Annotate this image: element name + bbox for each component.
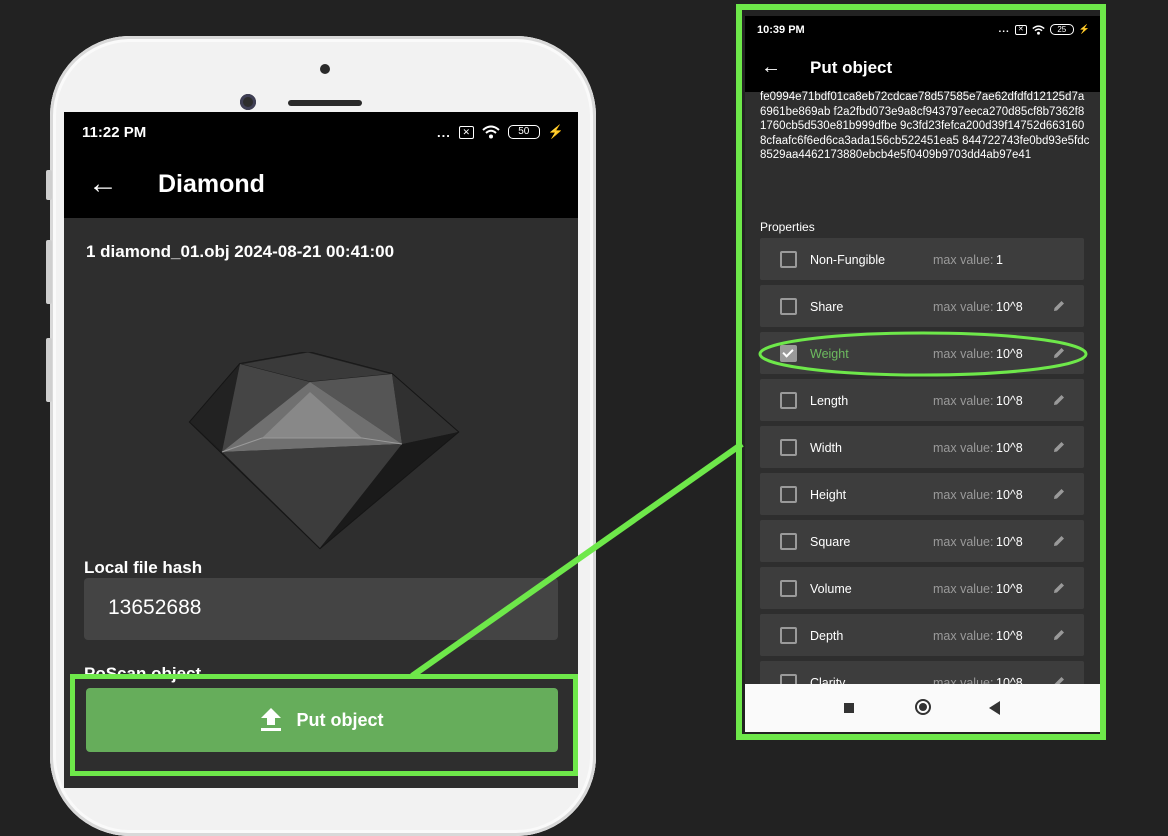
triangle-back-icon[interactable] bbox=[989, 701, 1000, 715]
arrow-left-icon[interactable]: ← bbox=[761, 52, 781, 82]
max-value-label: max value: bbox=[933, 441, 994, 455]
max-value-label: max value: bbox=[933, 535, 994, 549]
property-checkbox[interactable] bbox=[780, 533, 797, 550]
highlight-ellipse bbox=[758, 331, 1088, 377]
app-bar: ← Put object bbox=[745, 46, 1100, 92]
pencil-icon[interactable] bbox=[1052, 299, 1066, 313]
property-row[interactable]: Non-Fungible max value: 1 bbox=[760, 238, 1084, 280]
max-value: 10^8 bbox=[996, 441, 1023, 455]
property-row[interactable]: Height max value: 10^8 bbox=[760, 473, 1084, 515]
property-name: Share bbox=[810, 300, 844, 314]
pencil-icon[interactable] bbox=[1052, 393, 1066, 407]
square-icon[interactable] bbox=[844, 703, 854, 713]
max-value-label: max value: bbox=[933, 488, 994, 502]
property-checkbox[interactable] bbox=[780, 627, 797, 644]
pencil-icon[interactable] bbox=[1052, 440, 1066, 454]
property-row[interactable]: Volume max value: 10^8 bbox=[760, 567, 1084, 609]
max-value: 1 bbox=[996, 253, 1003, 267]
status-bar: 10:39 PM ... ✕ 25 ⚡ bbox=[745, 16, 1100, 46]
max-value-label: max value: bbox=[933, 394, 994, 408]
max-value: 10^8 bbox=[996, 300, 1023, 314]
property-row[interactable]: Depth max value: 10^8 bbox=[760, 614, 1084, 656]
max-value: 10^8 bbox=[996, 629, 1023, 643]
property-checkbox[interactable] bbox=[780, 392, 797, 409]
property-checkbox[interactable] bbox=[780, 580, 797, 597]
property-name: Length bbox=[810, 394, 849, 408]
property-checkbox[interactable] bbox=[780, 251, 797, 268]
pencil-icon[interactable] bbox=[1052, 487, 1066, 501]
page-title: Put object bbox=[810, 58, 893, 77]
max-value-label: max value: bbox=[933, 300, 994, 314]
property-name: Square bbox=[810, 535, 851, 549]
pencil-icon[interactable] bbox=[1052, 534, 1066, 548]
property-row[interactable]: Share max value: 10^8 bbox=[760, 285, 1084, 327]
more-dots-icon: ... bbox=[998, 24, 1010, 35]
max-value: 10^8 bbox=[996, 394, 1023, 408]
hash-list: fe0994e71bdf01ca8eb72cdcae78d57585e7ae62… bbox=[760, 91, 1090, 161]
status-time: 10:39 PM bbox=[757, 24, 805, 36]
property-row[interactable]: Length max value: 10^8 bbox=[760, 379, 1084, 421]
max-value-label: max value: bbox=[933, 253, 994, 267]
sim-x-icon: ✕ bbox=[1014, 24, 1027, 35]
property-name: Non-Fungible bbox=[810, 253, 886, 267]
max-value-label: max value: bbox=[933, 582, 994, 596]
pencil-icon[interactable] bbox=[1052, 628, 1066, 642]
property-name: Depth bbox=[810, 629, 844, 643]
charging-icon: ⚡ bbox=[1078, 24, 1090, 34]
battery-icon: 25 bbox=[1049, 24, 1074, 35]
property-name: Height bbox=[810, 488, 847, 502]
property-name: Width bbox=[810, 441, 842, 455]
property-row[interactable]: Width max value: 10^8 bbox=[760, 426, 1084, 468]
wifi-icon bbox=[1032, 24, 1045, 35]
property-checkbox[interactable] bbox=[780, 439, 797, 456]
system-nav-bar bbox=[745, 684, 1100, 732]
max-value: 10^8 bbox=[996, 488, 1023, 502]
property-row[interactable]: Square max value: 10^8 bbox=[760, 520, 1084, 562]
properties-label: Properties bbox=[760, 220, 815, 234]
pencil-icon[interactable] bbox=[1052, 581, 1066, 595]
property-checkbox[interactable] bbox=[780, 298, 797, 315]
max-value-label: max value: bbox=[933, 629, 994, 643]
status-icons: ... ✕ 25 ⚡ bbox=[998, 24, 1090, 35]
max-value: 10^8 bbox=[996, 582, 1023, 596]
circle-icon[interactable] bbox=[915, 699, 931, 715]
max-value: 10^8 bbox=[996, 535, 1023, 549]
property-name: Volume bbox=[810, 582, 852, 596]
property-checkbox[interactable] bbox=[780, 486, 797, 503]
